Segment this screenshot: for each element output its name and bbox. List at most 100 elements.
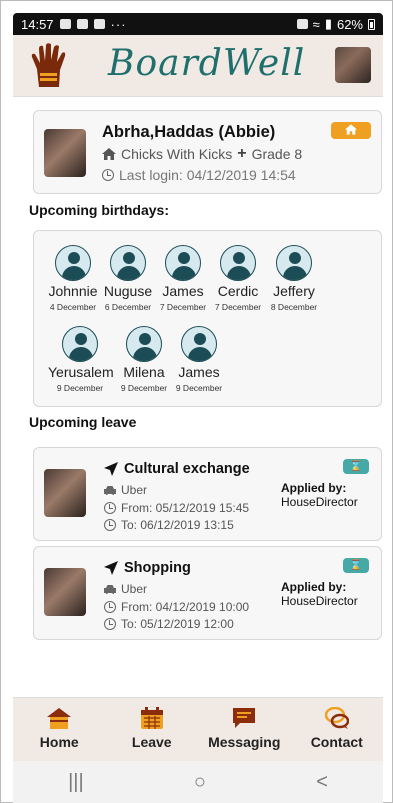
- person-icon: [276, 245, 312, 281]
- hourglass-icon: ⌛: [343, 558, 369, 573]
- location-arrow-icon: [104, 462, 118, 476]
- home-icon: [345, 124, 357, 135]
- birthday-person[interactable]: Yerusalem 9 December: [48, 326, 114, 393]
- student-name: Abrha,Haddas (Abbie): [102, 123, 276, 141]
- leave-title-row: Shopping: [104, 560, 191, 576]
- birthday-person[interactable]: Cerdic 7 December: [206, 245, 270, 312]
- applied-by: Applied by: HouseDirector: [281, 481, 371, 509]
- to-time: To: 05/12/2019 12:00: [121, 617, 234, 631]
- logo-text: BoardWell: [108, 43, 306, 84]
- birthdays-card: Johnnie 4 December Nuguse 6 December Jam…: [33, 230, 382, 407]
- battery-icon: [368, 18, 375, 30]
- applied-by-name: HouseDirector: [281, 594, 358, 608]
- clock-icon: [102, 169, 114, 181]
- person-icon: [126, 326, 162, 362]
- user-avatar[interactable]: [335, 47, 371, 83]
- home-icon: [47, 708, 72, 729]
- alarm-icon: [296, 19, 308, 29]
- wifi-icon: ≈: [312, 16, 320, 32]
- nav-home-label: Home: [39, 734, 79, 750]
- birthday-date: 9 December: [175, 383, 223, 393]
- birthday-person[interactable]: Jeffery 8 December: [262, 245, 326, 312]
- leave-card[interactable]: Cultural exchange Uber From: 05/12/2019 …: [33, 447, 382, 541]
- chat-bubbles-icon: [324, 707, 349, 729]
- notification-icon: [76, 19, 88, 29]
- person-icon: [55, 245, 91, 281]
- birthdays-title: Upcoming birthdays:: [29, 202, 170, 218]
- status-time: 14:57: [21, 16, 54, 32]
- system-nav-bar: ||| ○ <: [13, 761, 383, 803]
- leave-avatar: [44, 568, 86, 616]
- person-name: Yerusalem: [48, 364, 114, 380]
- applied-by: Applied by: HouseDirector: [281, 580, 371, 608]
- from-time: From: 04/12/2019 10:00: [121, 600, 250, 614]
- person-icon: [165, 245, 201, 281]
- profile-avatar: [44, 129, 86, 177]
- applied-label: Applied by:: [281, 481, 347, 495]
- app-screen: 14:57 ··· ≈ ▮ 62% BoardWell Abrha,Haddas…: [0, 0, 393, 803]
- notification-icon: [93, 19, 105, 29]
- leave-title: Upcoming leave: [29, 414, 137, 430]
- person-name: James: [178, 364, 220, 380]
- to-row: To: 06/12/2019 13:15: [104, 518, 234, 532]
- home-badge[interactable]: [331, 122, 371, 139]
- car-icon: [104, 486, 116, 495]
- leave-name: Shopping: [124, 560, 191, 576]
- profile-card[interactable]: Abrha,Haddas (Abbie) Chicks With Kicks +…: [33, 110, 382, 194]
- to-time: To: 06/12/2019 13:15: [121, 518, 234, 532]
- home-button[interactable]: ○: [194, 771, 206, 794]
- nav-leave[interactable]: Leave: [106, 698, 199, 761]
- clock-icon: [104, 502, 116, 514]
- nav-messaging[interactable]: Messaging: [198, 698, 291, 761]
- bottom-nav: Home Leave Messaging Contact: [13, 697, 383, 761]
- notification-icon: [59, 19, 71, 29]
- nav-home[interactable]: Home: [13, 698, 106, 761]
- recents-button[interactable]: |||: [68, 771, 84, 794]
- from-row: From: 04/12/2019 10:00: [104, 600, 249, 614]
- transport-row: Uber: [104, 582, 147, 596]
- leave-title-row: Cultural exchange: [104, 461, 250, 477]
- clock-icon: [104, 519, 116, 531]
- plus-icon: +: [237, 145, 247, 162]
- person-name: Jeffery: [273, 283, 315, 299]
- applied-label: Applied by:: [281, 580, 347, 594]
- status-bar: 14:57 ··· ≈ ▮ 62%: [13, 13, 383, 35]
- signal-icon: ▮: [324, 16, 332, 31]
- hourglass-icon: ⌛: [343, 459, 369, 474]
- app-logo: BoardWell: [108, 43, 305, 84]
- person-icon: [220, 245, 256, 281]
- last-login: Last login: 04/12/2019 14:54: [119, 167, 296, 183]
- location-arrow-icon: [104, 561, 118, 575]
- nav-leave-label: Leave: [131, 734, 172, 750]
- clock-icon: [104, 618, 116, 630]
- leave-card[interactable]: Shopping Uber From: 04/12/2019 10:00 To:…: [33, 546, 382, 640]
- nav-contact-label: Contact: [310, 734, 363, 750]
- person-icon: [181, 326, 217, 362]
- back-button[interactable]: <: [316, 771, 328, 794]
- clock-icon: [104, 601, 116, 613]
- house-icon: [102, 148, 116, 160]
- person-name: Cerdic: [217, 283, 259, 299]
- applied-by-name: HouseDirector: [281, 495, 358, 509]
- app-header: BoardWell: [13, 35, 383, 97]
- birthday-date: 9 December: [56, 383, 104, 393]
- person-icon: [110, 245, 146, 281]
- battery-percent: 62%: [336, 16, 363, 32]
- nav-contact[interactable]: Contact: [291, 698, 384, 761]
- to-row: To: 05/12/2019 12:00: [104, 617, 234, 631]
- grade: Grade 8: [251, 146, 303, 162]
- transport-row: Uber: [104, 483, 147, 497]
- house-grade-row: Chicks With Kicks + Grade 8: [102, 146, 302, 162]
- from-time: From: 05/12/2019 15:45: [121, 501, 250, 515]
- message-icon: [233, 708, 256, 728]
- hand-logo-icon[interactable]: [31, 43, 67, 89]
- last-login-row: Last login: 04/12/2019 14:54: [102, 167, 296, 183]
- birthday-date: 7 December: [214, 302, 262, 312]
- more-notifications: ···: [110, 16, 127, 32]
- birthday-person[interactable]: James 9 December: [167, 326, 231, 393]
- from-row: From: 05/12/2019 15:45: [104, 501, 249, 515]
- leave-avatar: [44, 469, 86, 517]
- leave-name: Cultural exchange: [124, 461, 250, 477]
- transport: Uber: [121, 582, 148, 596]
- car-icon: [104, 585, 116, 594]
